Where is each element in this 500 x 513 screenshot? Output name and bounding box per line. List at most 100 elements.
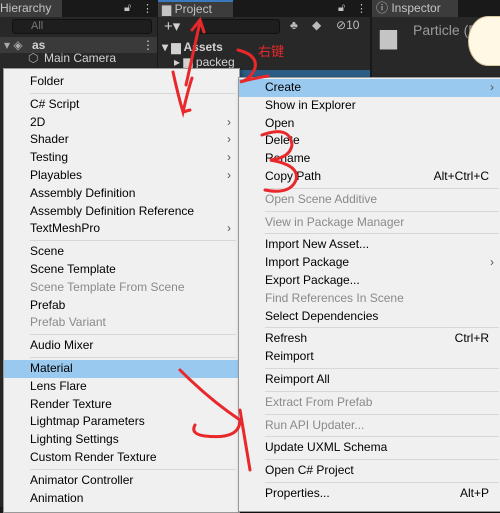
menu-item-label: Animator Controller [30,472,134,487]
menu-item-custom-render-texture[interactable]: Custom Render Texture [4,449,239,467]
menu-item-folder[interactable]: Folder [4,73,239,91]
menu-item-label: Prefab [30,297,66,312]
tab-project[interactable]: ▆ Project [158,0,233,17]
menu-item-label: Show in Explorer [265,97,356,112]
shortcut-label: Alt+Ctrl+C [433,168,489,183]
menu-item-reimport-all[interactable]: Reimport All [239,371,500,389]
chevron-right-icon: › [227,150,231,165]
menu-item-label: Scene [30,244,65,259]
scene-menu-icon[interactable]: ⋮ [142,38,154,52]
menu-item-label: Reimport All [265,371,330,386]
folder-icon: ▆ [380,24,397,49]
hierarchy-item[interactable]: Main Camera [44,51,116,65]
menu-item-select-dependencies[interactable]: Select Dependencies [239,308,500,326]
menu-item-label: Reimport [265,349,314,364]
lock-icon[interactable]: 🔓︎ [124,2,131,15]
menu-item-label: Testing [30,150,69,165]
menu-item-label: Import Package [265,255,350,270]
menu-item-update-uxml-schema[interactable]: Update UXML Schema [239,439,500,457]
create-submenu: Folder C# Script 2D › Shader › Testing › Playabl… [3,68,240,513]
menu-item-open[interactable]: Open [239,115,500,133]
shortcut-label: Ctrl+R [454,331,489,346]
menu-item-delete[interactable]: Delete [239,132,500,150]
more-icon[interactable]: ⋮ [356,2,367,15]
menu-item-label: Lightmap Parameters [30,414,145,429]
menu-item-view-in-package-manager: View in Package Manager [239,214,500,232]
filter-type-icon[interactable]: ♣ [290,18,298,32]
menu-item-material[interactable]: Material [4,359,239,378]
menu-item-lighting-settings[interactable]: Lighting Settings [4,431,239,449]
sticker-image [468,16,500,66]
menu-item-label: Update UXML Schema [265,440,388,455]
menu-item-scene-template-from-scene: Scene Template From Scene [4,279,239,297]
menu-item-label: Delete [265,133,300,148]
menu-item-export-package[interactable]: Export Package... [239,272,500,290]
menu-item-animation[interactable]: Animation [4,490,239,508]
menu-item-refresh[interactable]: Refresh Ctrl+R [239,330,500,348]
menu-item-render-texture[interactable]: Render Texture [4,396,239,414]
menu-item-label: Select Dependencies [265,308,379,323]
lock-icon[interactable]: 🔓︎ [338,2,345,15]
menu-item-label: Copy Path [265,168,322,183]
menu-item-properties[interactable]: Properties... Alt+P [239,485,500,503]
menu-item-audio-mixer[interactable]: Audio Mixer [4,337,239,355]
folder-assets[interactable]: ▾ ▆ Assets [162,40,223,54]
menu-item-assembly-definition[interactable]: Assembly Definition [4,185,239,203]
menu-item-label: Prefab Variant [30,315,106,330]
shortcut-label: Alt+P [459,485,489,500]
more-icon[interactable]: ⋮ [142,2,153,15]
menu-item-textmeshpro[interactable]: TextMeshPro › [4,220,239,238]
chevron-right-icon: › [227,114,231,129]
menu-item-label: View in Package Manager [265,214,405,229]
menu-item-prefab[interactable]: Prefab [4,297,239,315]
menu-item-prefab-variant: Prefab Variant [4,314,239,332]
menu-item-label: Find References In Scene [265,290,404,305]
menu-item-import-package[interactable]: Import Package › [239,254,500,272]
menu-item-label: TextMeshPro [30,221,101,236]
chevron-right-icon: › [227,167,231,182]
menu-item-label: Render Texture [30,396,112,411]
unity-scene-icon: ▾ ◈ [4,38,23,52]
menu-item-label: Custom Render Texture [30,449,157,464]
tab-label: Project [174,2,212,16]
chevron-right-icon: › [490,255,494,270]
menu-item-label: Rename [265,151,311,166]
menu-item-scene[interactable]: Scene [4,243,239,261]
menu-item-assembly-definition-reference[interactable]: Assembly Definition Reference [4,203,239,221]
menu-item-reimport[interactable]: Reimport [239,348,500,366]
menu-item-create[interactable]: Create › [239,79,500,97]
menu-item-open-c-project[interactable]: Open C# Project [239,462,500,480]
menu-item-animator-controller[interactable]: Animator Controller [4,472,239,490]
hidden-icon[interactable]: ⊘10 [336,18,359,32]
menu-item-c-script[interactable]: C# Script [4,96,239,114]
menu-item-lightmap-parameters[interactable]: Lightmap Parameters [4,413,239,431]
menu-item-testing[interactable]: Testing › [4,149,239,167]
menu-item-label: Material [30,360,73,375]
tab-hierarchy[interactable]: Hierarchy [0,0,62,17]
menu-item-label: C# Script [30,96,80,111]
menu-item-label: Animation [30,490,84,505]
menu-item-copy-path[interactable]: Copy Path Alt+Ctrl+C [239,168,500,186]
add-button[interactable]: +▾ [164,17,180,35]
menu-item-label: Open [265,115,295,130]
menu-item-scene-template[interactable]: Scene Template [4,261,239,279]
menu-item-playables[interactable]: Playables › [4,167,239,185]
menu-item-2d[interactable]: 2D › [4,114,239,132]
menu-item-import-new-asset[interactable]: Import New Asset... [239,236,500,254]
folder-label: Assets [183,40,223,54]
hierarchy-search-input[interactable]: All [12,19,152,34]
hidden-count: 10 [346,18,360,32]
folder-packeg[interactable]: ▸ ▆ packeg [174,55,235,69]
menu-item-shader[interactable]: Shader › [4,131,239,149]
menu-item-label: Refresh [265,331,308,346]
menu-item-label: Scene Template [30,261,116,276]
label-icon[interactable]: ◆ [312,18,321,32]
menu-item-rename[interactable]: Rename [239,150,500,168]
scene-name: as [32,38,46,52]
menu-item-label: Playables [30,167,83,182]
project-search-input[interactable] [198,19,280,34]
menu-item-lens-flare[interactable]: Lens Flare [4,378,239,396]
menu-item-label: Open Scene Additive [265,191,378,206]
menu-item-show-in-explorer[interactable]: Show in Explorer [239,97,500,115]
tab-inspector[interactable]: ⓘ Inspector [372,0,458,17]
